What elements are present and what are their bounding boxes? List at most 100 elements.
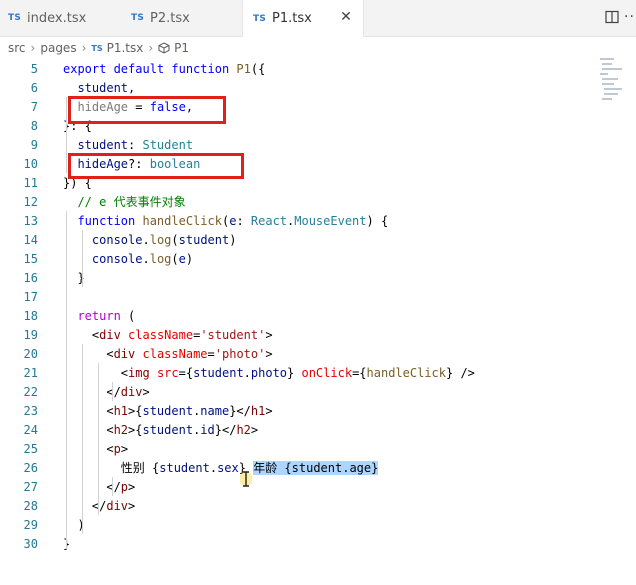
code-token: 年龄 {student.age}: [253, 461, 379, 475]
code-token: h2: [236, 423, 251, 437]
line-number: 21: [23, 366, 38, 380]
line-number: 29: [23, 518, 38, 532]
line-number: 17: [23, 290, 38, 304]
line-number: 18: [23, 309, 38, 323]
code-text: </p>: [63, 478, 135, 497]
code-token: 性别 {: [63, 461, 160, 475]
code-token: student,: [63, 81, 136, 95]
code-token: >: [120, 442, 129, 456]
minimap[interactable]: [598, 56, 628, 106]
tab-p1[interactable]: TS P1.tsx ✕: [242, 0, 364, 37]
indent-guide: [112, 477, 113, 496]
split-editor-icon[interactable]: [605, 10, 619, 24]
line-number: 26: [23, 461, 38, 475]
code-token: student: [142, 423, 194, 437]
chevron-right-icon: ›: [30, 41, 36, 55]
code-token: P1: [236, 62, 251, 76]
code-token: >: [265, 347, 273, 361]
code-token: photo: [250, 366, 288, 380]
indent-guide: [82, 344, 83, 534]
line-number: 15: [23, 252, 38, 266]
code-token: // e 代表事件对象: [63, 195, 186, 209]
code-token: <: [63, 442, 114, 456]
line-number: 30: [23, 537, 38, 551]
code-token: ={: [178, 366, 194, 380]
breadcrumb: src › pages › TS P1.tsx › P1: [0, 37, 636, 59]
code-token: p: [120, 480, 129, 494]
code-token: student: [142, 404, 194, 418]
indent-guide: [66, 97, 67, 173]
code-text: return (: [63, 307, 135, 326]
line-number: 14: [23, 233, 38, 247]
typescript-file-icon: TS: [253, 13, 267, 24]
code-token: :: [128, 138, 143, 152]
code-token: >: [265, 404, 273, 418]
code-token: .: [209, 461, 218, 475]
code-text: function handleClick(e: React.MouseEvent…: [63, 212, 388, 231]
typescript-file-icon: TS: [131, 13, 145, 23]
code-token: h1: [113, 404, 129, 418]
code-token: sex: [217, 461, 239, 475]
close-icon[interactable]: ✕: [339, 10, 353, 24]
code-token: name: [200, 404, 230, 418]
breadcrumb-item-symbol[interactable]: P1: [174, 41, 189, 55]
code-token: p: [113, 442, 121, 456]
code-token: log: [149, 233, 172, 247]
breadcrumb-item-pages[interactable]: pages: [40, 41, 76, 55]
code-token: e: [178, 252, 186, 266]
code-token: div: [99, 328, 121, 342]
code-token: handleClick: [366, 366, 446, 380]
indent-guide: [66, 211, 67, 549]
code-text: export default function P1({: [63, 60, 265, 79]
code-token: (: [171, 252, 179, 266]
typescript-file-icon: TS: [91, 43, 103, 53]
code-token: <: [63, 366, 129, 380]
code-token: ): [185, 252, 194, 266]
code-token: MouseEvent: [294, 214, 367, 228]
tab-label: index.tsx: [27, 10, 87, 26]
code-token: :: [236, 214, 251, 228]
code-token: .: [142, 233, 150, 247]
code-token: h1: [250, 404, 266, 418]
tab-p2[interactable]: TS P2.tsx: [121, 0, 239, 36]
line-number: 19: [23, 328, 38, 342]
code-editor[interactable]: 5 export default function P1({6 student, 7…: [0, 59, 636, 585]
code-token: student: [178, 233, 230, 247]
code-token: >: [128, 499, 136, 513]
line-number: 16: [23, 271, 38, 285]
text-cursor-icon: [240, 471, 252, 487]
code-token: }: [287, 366, 302, 380]
code-token: }</: [214, 423, 237, 437]
tab-label: P2.tsx: [150, 10, 190, 26]
code-text: <img src={student.photo} onClick={handle…: [63, 364, 475, 383]
code-token: >: [250, 423, 259, 437]
line-number: 23: [23, 404, 38, 418]
highlight-box-type-annotation: [68, 153, 244, 179]
tab-index[interactable]: TS index.tsx: [0, 0, 120, 36]
breadcrumb-item-src[interactable]: src: [8, 41, 26, 55]
line-number: 11: [23, 176, 38, 190]
highlight-box-default-param: [68, 96, 226, 124]
symbol-cube-icon: [158, 42, 170, 54]
breadcrumb-item-file[interactable]: P1.tsx: [107, 41, 144, 55]
code-text: </div>: [63, 383, 149, 402]
code-token: </: [63, 499, 107, 513]
code-text: </div>: [63, 497, 135, 516]
code-token: Student: [142, 138, 194, 152]
code-token: (: [120, 309, 136, 323]
indent-guide: [98, 363, 99, 515]
code-token: function: [63, 214, 143, 228]
tab-bar: TS index.tsx TS P2.tsx TS P1.tsx ✕ ···: [0, 0, 636, 37]
indent-guide: [112, 382, 113, 401]
code-token: export default function: [63, 62, 237, 76]
code-token: <: [63, 404, 114, 418]
code-token: 'student': [200, 328, 266, 342]
line-number: 25: [23, 442, 38, 456]
code-text: console.log(student): [63, 231, 237, 250]
more-actions-icon[interactable]: ···: [624, 9, 636, 25]
code-text: <h1>{student.name}</h1>: [63, 402, 273, 421]
code-token: <: [63, 423, 114, 437]
code-token: log: [149, 252, 172, 266]
